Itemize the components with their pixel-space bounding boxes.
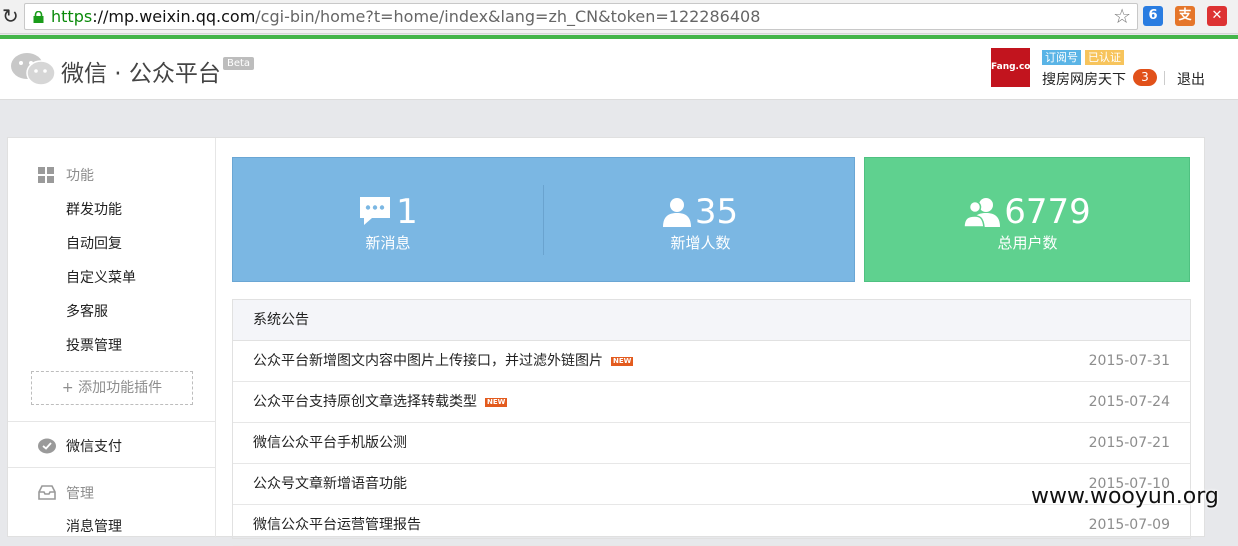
account-name[interactable]: 搜房网房天下 <box>1042 69 1126 89</box>
notice-date: 2015-07-09 <box>1088 517 1170 533</box>
notification-badge[interactable]: 3 <box>1133 69 1157 86</box>
sidebar-item-auto-reply[interactable]: 自动回复 <box>66 233 122 253</box>
stat-label: 总用户数 <box>997 234 1058 252</box>
sidebar-item-custom-menu[interactable]: 自定义菜单 <box>66 267 136 287</box>
stat-total-users[interactable]: 6779 总用户数 <box>940 192 1115 253</box>
reload-icon[interactable]: ↻ <box>2 5 19 27</box>
notice-row[interactable]: 微信公众平台手机版公测 2015-07-21 <box>233 423 1190 464</box>
stat-value: 6779 <box>1004 192 1091 232</box>
logout-link[interactable]: 退出 <box>1177 69 1205 89</box>
header-divider <box>1164 71 1165 85</box>
notice-row[interactable]: 微信公众平台运营管理报告 2015-07-09 <box>233 505 1190 546</box>
stat-value: 35 <box>694 192 739 232</box>
url-text: https://mp.weixin.qq.com/cgi-bin/home?t=… <box>51 7 761 26</box>
sidebar-divider <box>8 421 216 422</box>
lock-icon <box>33 11 44 23</box>
stat-label: 新消息 <box>365 234 411 252</box>
beta-badge: Beta <box>223 57 255 70</box>
notice-date: 2015-07-21 <box>1088 435 1170 451</box>
users-icon <box>963 198 1001 228</box>
notice-date: 2015-07-24 <box>1088 394 1170 410</box>
notice-item-title[interactable]: 公众平台新增图文内容中图片上传接口，并过滤外链图片 NEW <box>253 341 634 381</box>
bookmark-star-icon[interactable]: ☆ <box>1113 5 1131 27</box>
grid-icon <box>38 167 54 183</box>
notice-title: 系统公告 <box>233 300 1190 341</box>
message-icon <box>360 197 391 225</box>
notice-date: 2015-07-31 <box>1088 353 1170 369</box>
wechat-pay-icon <box>38 438 56 454</box>
add-plugin-button[interactable]: + 添加功能插件 <box>31 371 193 405</box>
notice-row[interactable]: 公众平台支持原创文章选择转载类型 NEW 2015-07-24 <box>233 382 1190 423</box>
menu-section-label: 微信支付 <box>66 439 122 455</box>
notice-item-title[interactable]: 公众平台支持原创文章选择转载类型 NEW <box>253 382 508 422</box>
stat-label: 新增人数 <box>670 234 731 252</box>
account-avatar[interactable]: Fang.com <box>991 48 1040 87</box>
extension-icon[interactable]: 支 <box>1175 6 1195 26</box>
notice-row[interactable]: 公众平台新增图文内容中图片上传接口，并过滤外链图片 NEW 2015-07-31 <box>233 341 1190 382</box>
new-tag: NEW <box>485 398 508 407</box>
verified-tag: 已认证 <box>1085 50 1124 65</box>
platform-title[interactable]: 微信 · 公众平台 <box>61 54 221 88</box>
notice-item-title[interactable]: 公众号文章新增语音功能 <box>253 464 407 504</box>
page-header: 微信 · 公众平台 Beta Fang.com 订阅号 已认证 搜房网房天下 3… <box>0 39 1238 100</box>
watermark: www.wooyun.org <box>1031 484 1219 509</box>
user-icon <box>662 198 691 227</box>
notice-item-title[interactable]: 微信公众平台运营管理报告 <box>253 505 421 545</box>
sidebar-item-messages[interactable]: 消息管理 <box>66 516 122 536</box>
notice-item-title[interactable]: 微信公众平台手机版公测 <box>253 423 407 463</box>
stat-divider <box>543 185 544 255</box>
extension-icon[interactable]: 6 <box>1143 6 1163 26</box>
sidebar-item-mass-send[interactable]: 群发功能 <box>66 199 122 219</box>
address-bar[interactable]: https://mp.weixin.qq.com/cgi-bin/home?t=… <box>24 3 1138 30</box>
stat-new-users[interactable]: 35 新增人数 <box>633 192 768 253</box>
browser-toolbar: ↻ https://mp.weixin.qq.com/cgi-bin/home?… <box>0 0 1238 34</box>
menu-section-label: 管理 <box>66 486 94 502</box>
inbox-icon <box>38 485 56 500</box>
sidebar: 功能 群发功能 自动回复 自定义菜单 多客服 投票管理 + 添加功能插件 微信支… <box>8 138 216 538</box>
menu-section-label: 功能 <box>66 168 94 184</box>
sidebar-item-customer-service[interactable]: 多客服 <box>66 301 108 321</box>
sidebar-item-voting[interactable]: 投票管理 <box>66 335 122 355</box>
main-container: 功能 群发功能 自动回复 自定义菜单 多客服 投票管理 + 添加功能插件 微信支… <box>7 137 1205 546</box>
sidebar-divider <box>8 467 216 468</box>
stats-panel: 1 新消息 35 新增人数 <box>232 157 855 282</box>
wechat-logo-icon[interactable] <box>10 51 56 87</box>
stats-panel-total: 6779 总用户数 <box>864 157 1190 282</box>
account-type-tag: 订阅号 <box>1042 50 1081 65</box>
extension-icon[interactable]: ✕ <box>1207 6 1227 26</box>
new-tag: NEW <box>611 357 634 366</box>
stat-new-messages[interactable]: 1 新消息 <box>328 192 448 253</box>
stat-value: 1 <box>396 192 418 232</box>
